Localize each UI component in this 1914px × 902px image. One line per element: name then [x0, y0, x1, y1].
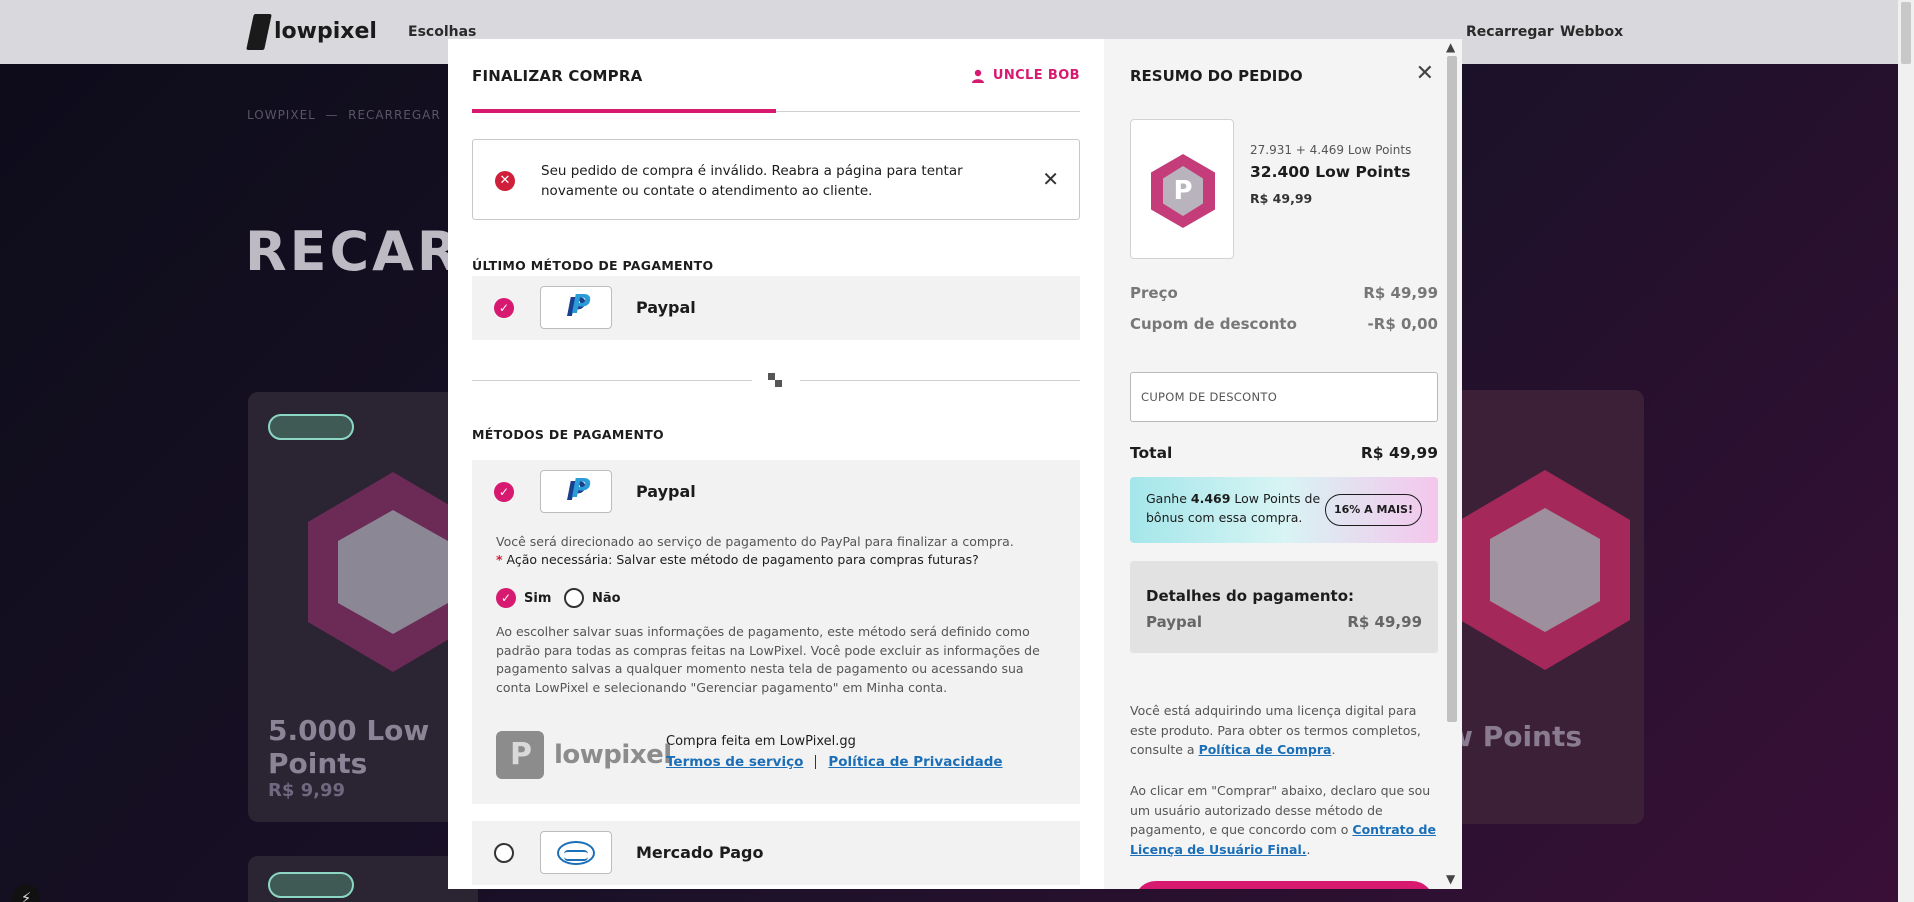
total-value: R$ 49,99	[1360, 444, 1438, 462]
background-nav-link: Webbox	[1560, 24, 1624, 40]
error-alert: ✕ Seu pedido de compra é inválido. Reabr…	[472, 139, 1080, 220]
bonus-banner: Ganhe 4.469 Low Points de bônus com essa…	[1130, 477, 1438, 543]
required-star: *	[496, 552, 503, 567]
paypal-icon: PP	[566, 473, 591, 507]
save-method-no-option[interactable]: Não	[564, 588, 621, 608]
product-name: 32.400 Low Points	[1250, 163, 1411, 181]
link-separator	[815, 755, 817, 769]
purchase-location-text: Compra feita em LowPixel.gg	[666, 734, 856, 749]
background-card-price: R$ 9,99	[268, 780, 346, 801]
background-nav-link: Escolhas	[408, 24, 477, 40]
divider	[472, 380, 752, 381]
bonus-percent-badge: 16% A MAIS!	[1325, 494, 1422, 526]
payment-details-amount: R$ 49,99	[1347, 613, 1422, 631]
payment-details-method: Paypal	[1146, 613, 1203, 631]
total-row: Total R$ 49,99	[1130, 444, 1438, 462]
background-product-card	[248, 856, 478, 902]
window-scrollbar[interactable]	[1898, 0, 1914, 902]
error-message: Seu pedido de compra é inválido. Reabra …	[541, 163, 963, 199]
background-product-card: 5.000 Low Points R$ 9,99	[248, 392, 478, 822]
order-summary-title: RESUMO DO PEDIDO	[1130, 67, 1303, 85]
price-value: R$ 49,99	[1363, 284, 1438, 302]
legal-links: Termos de serviço Política de Privacidad…	[666, 754, 1003, 770]
mercadopago-logo	[540, 831, 612, 874]
lowpixel-logo: lowpixel	[496, 731, 672, 779]
order-summary-panel: RESUMO DO PEDIDO ✕ 27.931 + 4.469 Low Po…	[1104, 39, 1462, 889]
discount-row: Cupom de desconto -R$ 0,00	[1130, 315, 1438, 333]
save-method-yes-option[interactable]: ✓ Sim	[496, 588, 551, 608]
selected-check-icon[interactable]: ✓	[496, 588, 516, 608]
divider	[800, 380, 1080, 381]
modal-scrollbar-thumb[interactable]	[1447, 56, 1457, 722]
product-subtitle: 27.931 + 4.469 Low Points	[1250, 143, 1412, 157]
consent-note: Ao clicar em "Comprar" abaixo, declaro q…	[1130, 783, 1436, 857]
discount-label: Cupom de desconto	[1130, 315, 1297, 333]
terms-of-service-link[interactable]: Termos de serviço	[666, 754, 803, 770]
payment-methods-heading: MÉTODOS DE PAGAMENTO	[472, 427, 664, 442]
discount-value: -R$ 0,00	[1367, 315, 1438, 333]
paypal-logo: PP	[540, 286, 612, 329]
close-modal-button[interactable]: ✕	[1416, 61, 1434, 86]
price-label: Preço	[1130, 284, 1178, 302]
scroll-up-icon[interactable]: ▲	[1446, 40, 1455, 54]
no-label: Não	[592, 590, 621, 606]
bonus-text: Ganhe 4.469 Low Points de bônus com essa…	[1146, 491, 1321, 525]
user-icon	[971, 69, 984, 83]
step-progress-bar	[472, 109, 776, 113]
payment-details-box: Detalhes do pagamento: Paypal R$ 49,99	[1130, 561, 1438, 653]
privacy-policy-link[interactable]: Política de Privacidade	[828, 754, 1002, 770]
bolt-icon[interactable]: ⚡	[12, 884, 40, 902]
mercadopago-method-name: Mercado Pago	[636, 843, 764, 862]
background-card-name: 5.000 Low Points	[268, 714, 430, 780]
last-method-paypal-option[interactable]: ✓ PP Paypal	[472, 276, 1080, 340]
selected-check-icon[interactable]: ✓	[494, 482, 514, 502]
mercadopago-method-option[interactable]: Mercado Pago	[472, 821, 1080, 885]
bonus-amount: 4.469	[1190, 491, 1231, 506]
scroll-down-icon[interactable]: ▼	[1446, 872, 1455, 886]
selected-check-icon[interactable]: ✓	[494, 298, 514, 318]
last-method-heading: ÚLTIMO MÉTODO DE PAGAMENTO	[472, 258, 714, 273]
product-image	[1130, 119, 1234, 259]
checkout-title: FINALIZAR COMPRA	[472, 67, 643, 85]
low-points-icon	[1151, 154, 1215, 228]
error-icon: ✕	[495, 171, 515, 191]
radio-unchecked[interactable]	[564, 588, 584, 608]
background-badge	[268, 872, 354, 898]
background-product-image	[1460, 470, 1630, 670]
paypal-redirect-text: Você será direcionado ao serviço de paga…	[496, 534, 1014, 549]
user-account-link[interactable]: UNCLE BOB	[971, 68, 1080, 83]
paypal-method-name: Paypal	[636, 482, 696, 501]
total-label: Total	[1130, 444, 1173, 462]
checkout-modal: FINALIZAR COMPRA UNCLE BOB ✕ Seu pedido …	[448, 39, 1462, 889]
background-logo: lowpixel	[246, 14, 377, 50]
background-nav-link: Recarregar	[1466, 24, 1554, 40]
buy-button[interactable]	[1134, 881, 1434, 889]
payment-details-row: Paypal R$ 49,99	[1146, 613, 1422, 631]
lowpixel-wordmark: lowpixel	[554, 740, 672, 770]
license-note: Você está adquirindo uma licença digital…	[1130, 703, 1421, 757]
checkout-panel: FINALIZAR COMPRA UNCLE BOB ✕ Seu pedido …	[448, 39, 1104, 889]
save-method-question: * Ação necessária: Salvar este método de…	[496, 552, 979, 567]
price-row: Preço R$ 49,99	[1130, 284, 1438, 302]
background-breadcrumb: LOWPIXEL — RECARREGAR	[247, 108, 441, 122]
paypal-method-option[interactable]: ✓ PP Paypal	[472, 460, 1080, 524]
background-badge	[268, 414, 354, 440]
paypal-icon: PP	[566, 289, 591, 323]
handshake-icon	[557, 840, 595, 865]
last-method-name: Paypal	[636, 298, 696, 317]
coupon-input[interactable]	[1130, 372, 1438, 422]
lowpixel-icon	[496, 731, 544, 779]
yes-label: Sim	[524, 590, 552, 606]
save-info-text: Ao escolher salvar suas informações de p…	[496, 624, 1040, 695]
radio-unchecked[interactable]	[494, 843, 514, 863]
purchase-policy-link[interactable]: Política de Compra	[1199, 742, 1332, 757]
save-method-question-text: Ação necessária: Salvar este método de p…	[506, 552, 979, 567]
user-name: UNCLE BOB	[992, 68, 1080, 83]
window-scrollbar-thumb[interactable]	[1901, 2, 1911, 64]
payment-details-title: Detalhes do pagamento:	[1146, 587, 1355, 605]
product-price: R$ 49,99	[1250, 191, 1313, 206]
close-alert-button[interactable]: ✕	[1042, 167, 1059, 191]
paypal-logo: PP	[540, 470, 612, 513]
divider-pixel-icon	[768, 373, 784, 389]
